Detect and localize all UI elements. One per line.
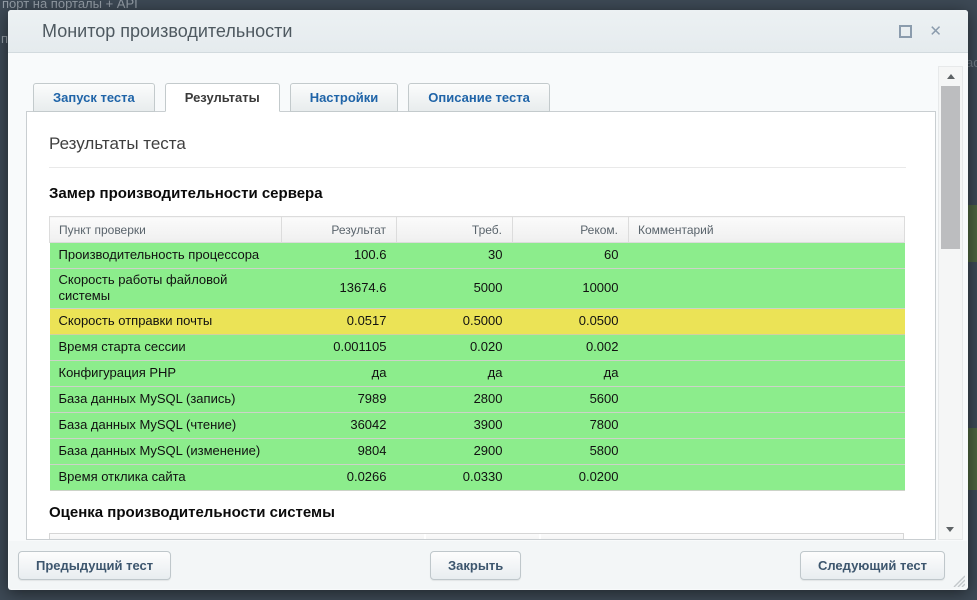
table-row: Конфигурация PHPдадада — [50, 360, 905, 386]
cell-result: 13674.6 — [282, 269, 397, 309]
cell-required: 30 — [397, 243, 513, 269]
cell-result: да — [282, 360, 397, 386]
table-row: База данных MySQL (запись)798928005600 — [50, 386, 905, 412]
column-required: Треб. — [397, 217, 513, 243]
cell-name: Конфигурация PHP — [50, 360, 282, 386]
tab-results[interactable]: Результаты — [165, 83, 280, 112]
column-result: Результат — [282, 217, 397, 243]
cell-result: 0.001105 — [282, 334, 397, 360]
section-title-system-rating: Оценка производительности системы — [49, 504, 906, 521]
cell-comment — [629, 269, 905, 309]
cell-result: 0.0517 — [282, 308, 397, 334]
cell-required: 0.5000 — [397, 308, 513, 334]
close-icon[interactable]: ✕ — [929, 24, 942, 39]
cell-comment — [629, 386, 905, 412]
cell-comment — [629, 412, 905, 438]
close-button[interactable]: Закрыть — [430, 551, 521, 580]
cell-required: да — [397, 360, 513, 386]
cell-recommended: 60 — [513, 243, 629, 269]
tab-bar: Запуск теста Результаты Настройки Описан… — [33, 83, 550, 112]
maximize-icon[interactable] — [899, 25, 912, 38]
table-row: Время старта сессии0.0011050.0200.002 — [50, 334, 905, 360]
previous-test-button[interactable]: Предыдущий тест — [18, 551, 171, 580]
cell-name: Время старта сессии — [50, 334, 282, 360]
cell-name: База данных MySQL (изменение) — [50, 438, 282, 464]
scrollbar-thumb[interactable] — [941, 86, 960, 249]
performance-monitor-dialog: Монитор производительности ✕ Запуск тест… — [8, 10, 968, 590]
cell-recommended: 10000 — [513, 269, 629, 309]
table-row: База данных MySQL (изменение)98042900580… — [50, 438, 905, 464]
cell-result: 36042 — [282, 412, 397, 438]
dialog-title: Монитор производительности — [8, 21, 899, 42]
cell-comment — [629, 464, 905, 490]
cell-name: База данных MySQL (запись) — [50, 386, 282, 412]
background-fragment — [968, 428, 977, 490]
background-fragment — [968, 205, 977, 262]
cell-recommended: 0.0200 — [513, 464, 629, 490]
window-controls: ✕ — [899, 24, 942, 39]
server-performance-table: Пункт проверки Результат Треб. Реком. Ко… — [49, 216, 905, 491]
partial-header-cell — [50, 534, 424, 541]
page-title: Результаты теста — [49, 134, 906, 154]
table-row: База данных MySQL (чтение)3604239007800 — [50, 412, 905, 438]
cell-comment — [629, 360, 905, 386]
cell-result: 7989 — [282, 386, 397, 412]
table-row: Производительность процессора100.63060 — [50, 243, 905, 269]
cell-required: 0.0330 — [397, 464, 513, 490]
cell-comment — [629, 308, 905, 334]
dialog-titlebar: Монитор производительности ✕ — [8, 10, 968, 53]
next-test-button[interactable]: Следующий тест — [800, 551, 945, 580]
table-header-row: Пункт проверки Результат Треб. Реком. Ко… — [50, 217, 905, 243]
cell-recommended: 0.002 — [513, 334, 629, 360]
column-comment: Комментарий — [629, 217, 905, 243]
cell-name: База данных MySQL (чтение) — [50, 412, 282, 438]
tab-run-test[interactable]: Запуск теста — [33, 83, 155, 112]
table-row: Скорость отправки почты0.05170.50000.050… — [50, 308, 905, 334]
divider — [49, 167, 906, 168]
scroll-down-icon[interactable] — [946, 527, 954, 532]
cell-required: 2900 — [397, 438, 513, 464]
cell-recommended: 5600 — [513, 386, 629, 412]
tab-test-description[interactable]: Описание теста — [408, 83, 550, 112]
cell-name: Производительность процессора — [50, 243, 282, 269]
cell-recommended: 7800 — [513, 412, 629, 438]
cell-name: Время отклика сайта — [50, 464, 282, 490]
cell-required: 0.020 — [397, 334, 513, 360]
column-check-item: Пункт проверки — [50, 217, 282, 243]
cell-required: 2800 — [397, 386, 513, 412]
table-row: Скорость работы файловой системы13674.65… — [50, 269, 905, 309]
tab-settings[interactable]: Настройки — [290, 83, 399, 112]
cell-comment — [629, 243, 905, 269]
cell-recommended: да — [513, 360, 629, 386]
cell-result: 100.6 — [282, 243, 397, 269]
cell-required: 5000 — [397, 269, 513, 309]
cell-comment — [629, 334, 905, 360]
cell-comment — [629, 438, 905, 464]
cell-name: Скорость отправки почты — [50, 308, 282, 334]
cell-result: 9804 — [282, 438, 397, 464]
table-row: Время отклика сайта0.02660.03300.0200 — [50, 464, 905, 490]
system-rating-table-partial — [49, 533, 904, 541]
scroll-up-icon[interactable] — [947, 74, 955, 79]
cell-name: Скорость работы файловой системы — [50, 269, 282, 309]
section-title-server-measure: Замер производительности сервера — [49, 185, 906, 202]
cell-result: 0.0266 — [282, 464, 397, 490]
background-left-edge-text: п — [1, 31, 8, 46]
partial-header-cell — [541, 534, 903, 541]
partial-header-cell — [426, 534, 539, 541]
column-recommended: Реком. — [513, 217, 629, 243]
resize-grip[interactable] — [951, 573, 965, 587]
vertical-scrollbar[interactable] — [938, 66, 963, 540]
results-panel: Результаты теста Замер производительност… — [26, 111, 936, 540]
cell-required: 3900 — [397, 412, 513, 438]
cell-recommended: 0.0500 — [513, 308, 629, 334]
cell-recommended: 5800 — [513, 438, 629, 464]
